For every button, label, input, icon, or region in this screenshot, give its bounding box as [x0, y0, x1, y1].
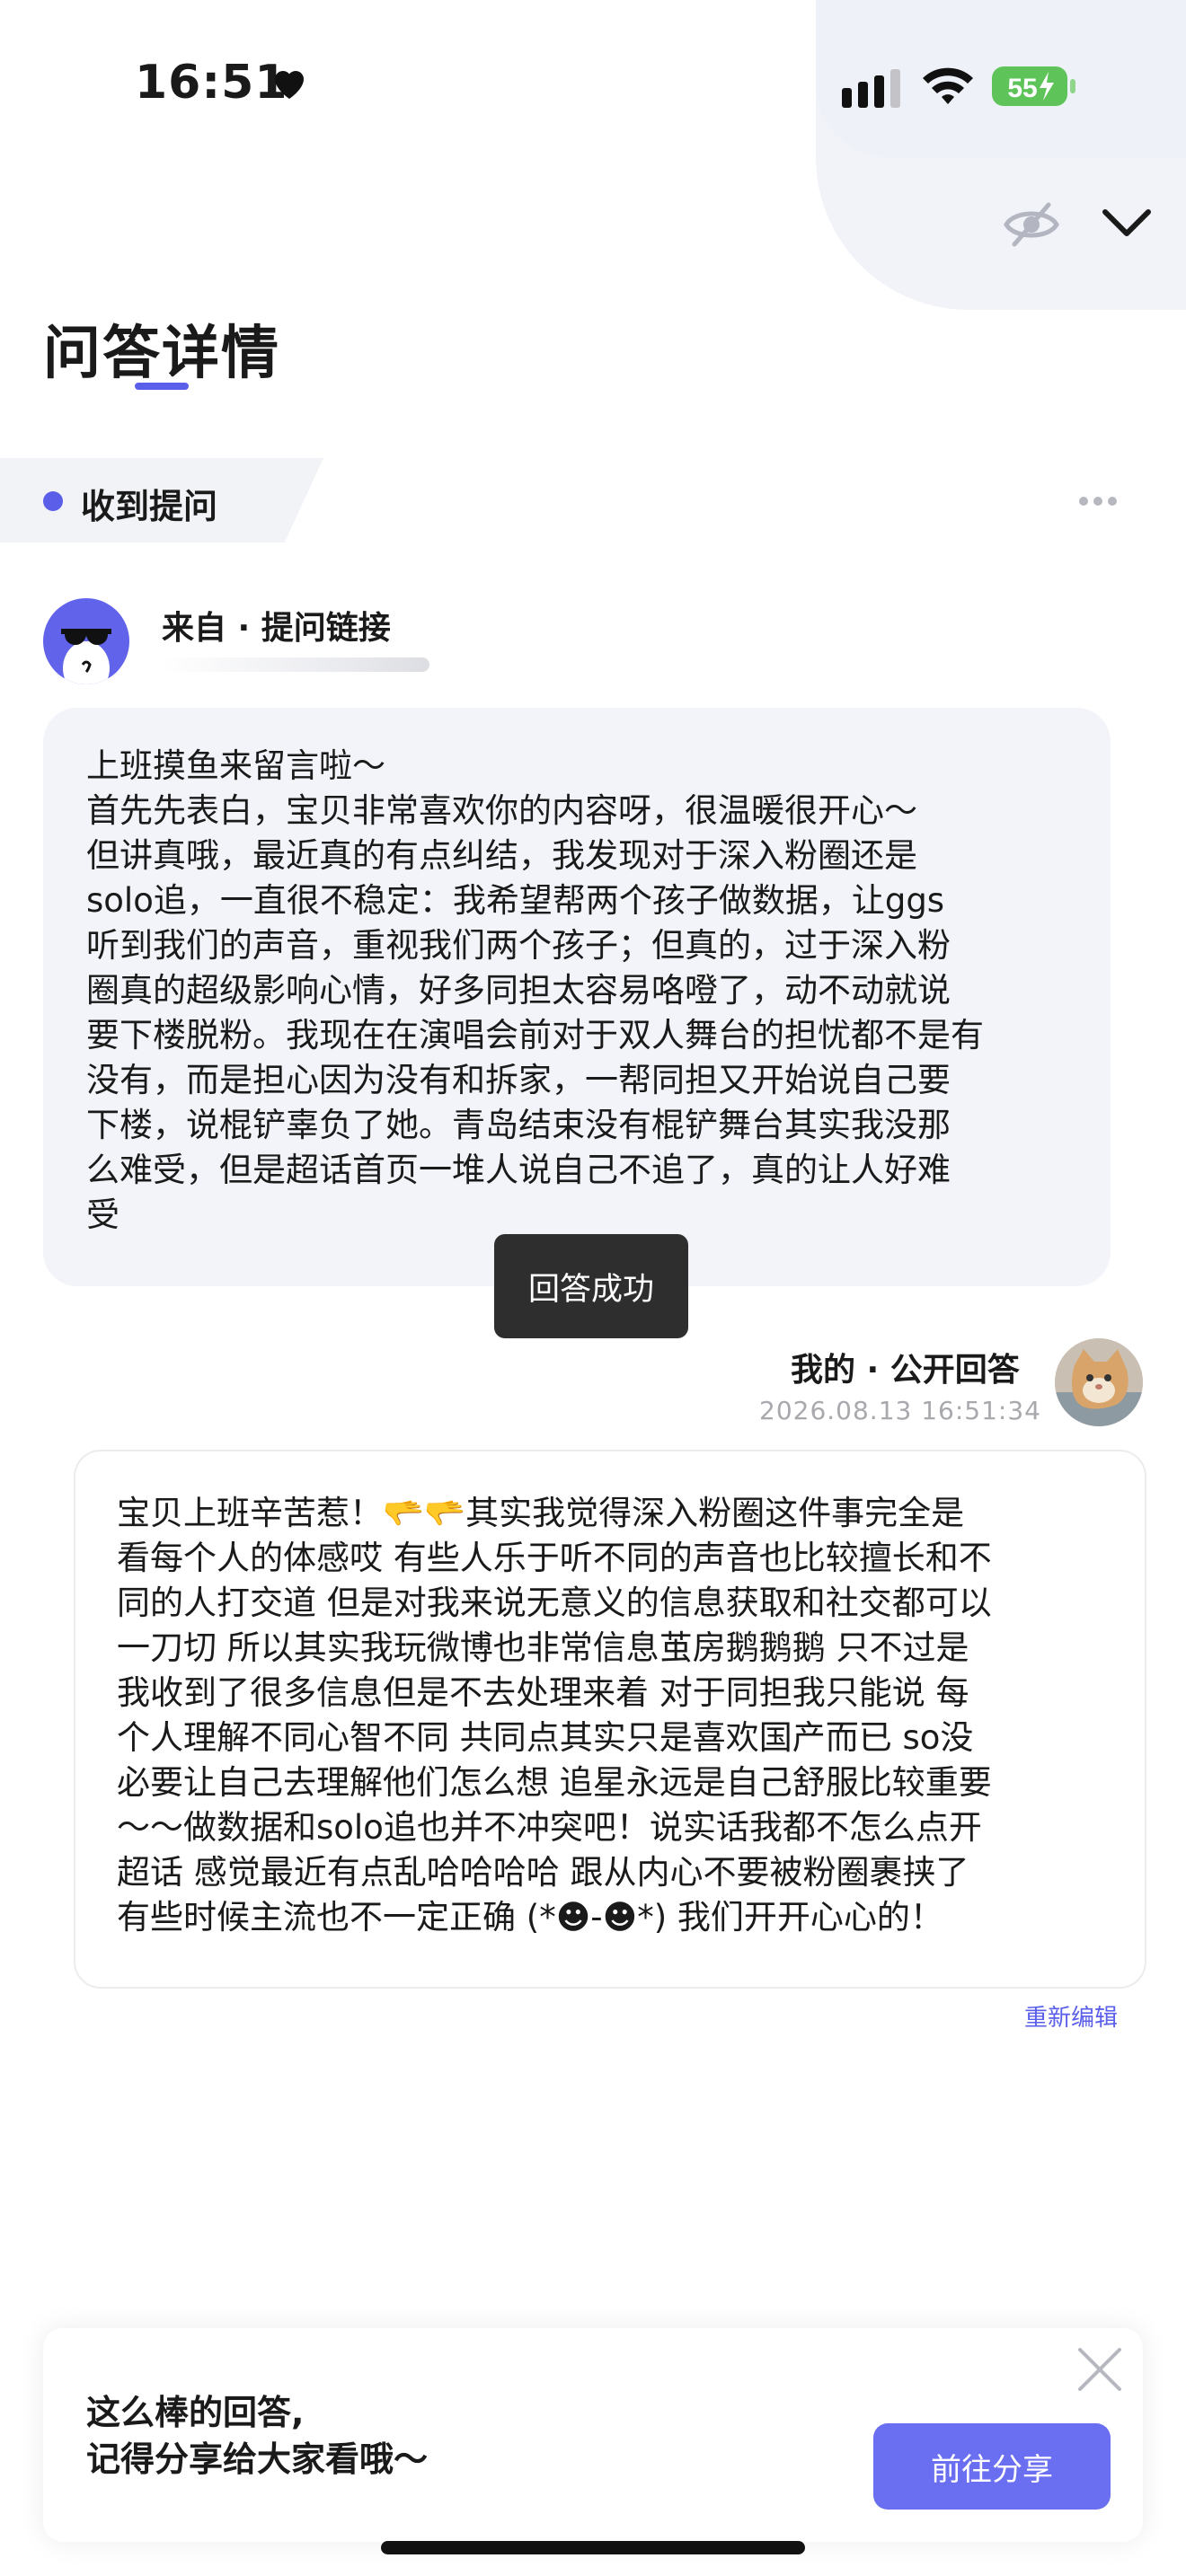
- more-options-icon[interactable]: [1078, 496, 1118, 507]
- page-title: 问答详情: [43, 321, 280, 387]
- user-avatar[interactable]: [1055, 1338, 1143, 1426]
- source-link-placeholder: [162, 657, 429, 672]
- share-prompt-text: 这么棒的回答, 记得分享给大家看哦～: [86, 2393, 429, 2479]
- status-time: 16:51: [135, 56, 288, 110]
- close-icon[interactable]: [1075, 2344, 1125, 2395]
- answer-text: 宝贝上班辛苦惹！🫳🫳其实我觉得深入粉圈这件事完全是 看每个人的体感哎 有些人乐于…: [117, 1494, 992, 1936]
- heart-icon: [275, 71, 304, 99]
- tag-dot: [43, 491, 63, 511]
- question-source: 来自 · 提问链接: [162, 610, 391, 647]
- eye-off-icon[interactable]: [1002, 199, 1061, 250]
- cat-avatar-image: [1055, 1338, 1143, 1426]
- share-button[interactable]: 前往分享: [873, 2423, 1111, 2510]
- chevron-down-icon[interactable]: [1100, 205, 1154, 241]
- wifi-icon: [923, 67, 973, 104]
- question-text: 上班摸鱼来留言啦～ 首先先表白，宝贝非常喜欢你的内容呀，很温暖很开心～ 但讲真哦…: [86, 746, 984, 1234]
- answer-timestamp: 2026.08.13 16:51:34: [759, 1396, 1041, 1425]
- battery-icon: 55: [992, 66, 1075, 106]
- anonymous-face-icon: [61, 629, 111, 684]
- answer-label: 我的 · 公开回答: [791, 1352, 1020, 1389]
- home-indicator[interactable]: [381, 2541, 805, 2554]
- question-tag: 收到提问: [81, 487, 218, 526]
- cellular-signal-icon: [842, 69, 900, 108]
- anonymous-avatar: [43, 598, 129, 684]
- battery-level: 55: [1007, 74, 1037, 103]
- reedit-link[interactable]: 重新编辑: [1024, 1999, 1118, 2033]
- success-toast: 回答成功: [494, 1234, 688, 1338]
- title-underline: [135, 383, 189, 390]
- battery-indicator: 55: [991, 63, 1077, 110]
